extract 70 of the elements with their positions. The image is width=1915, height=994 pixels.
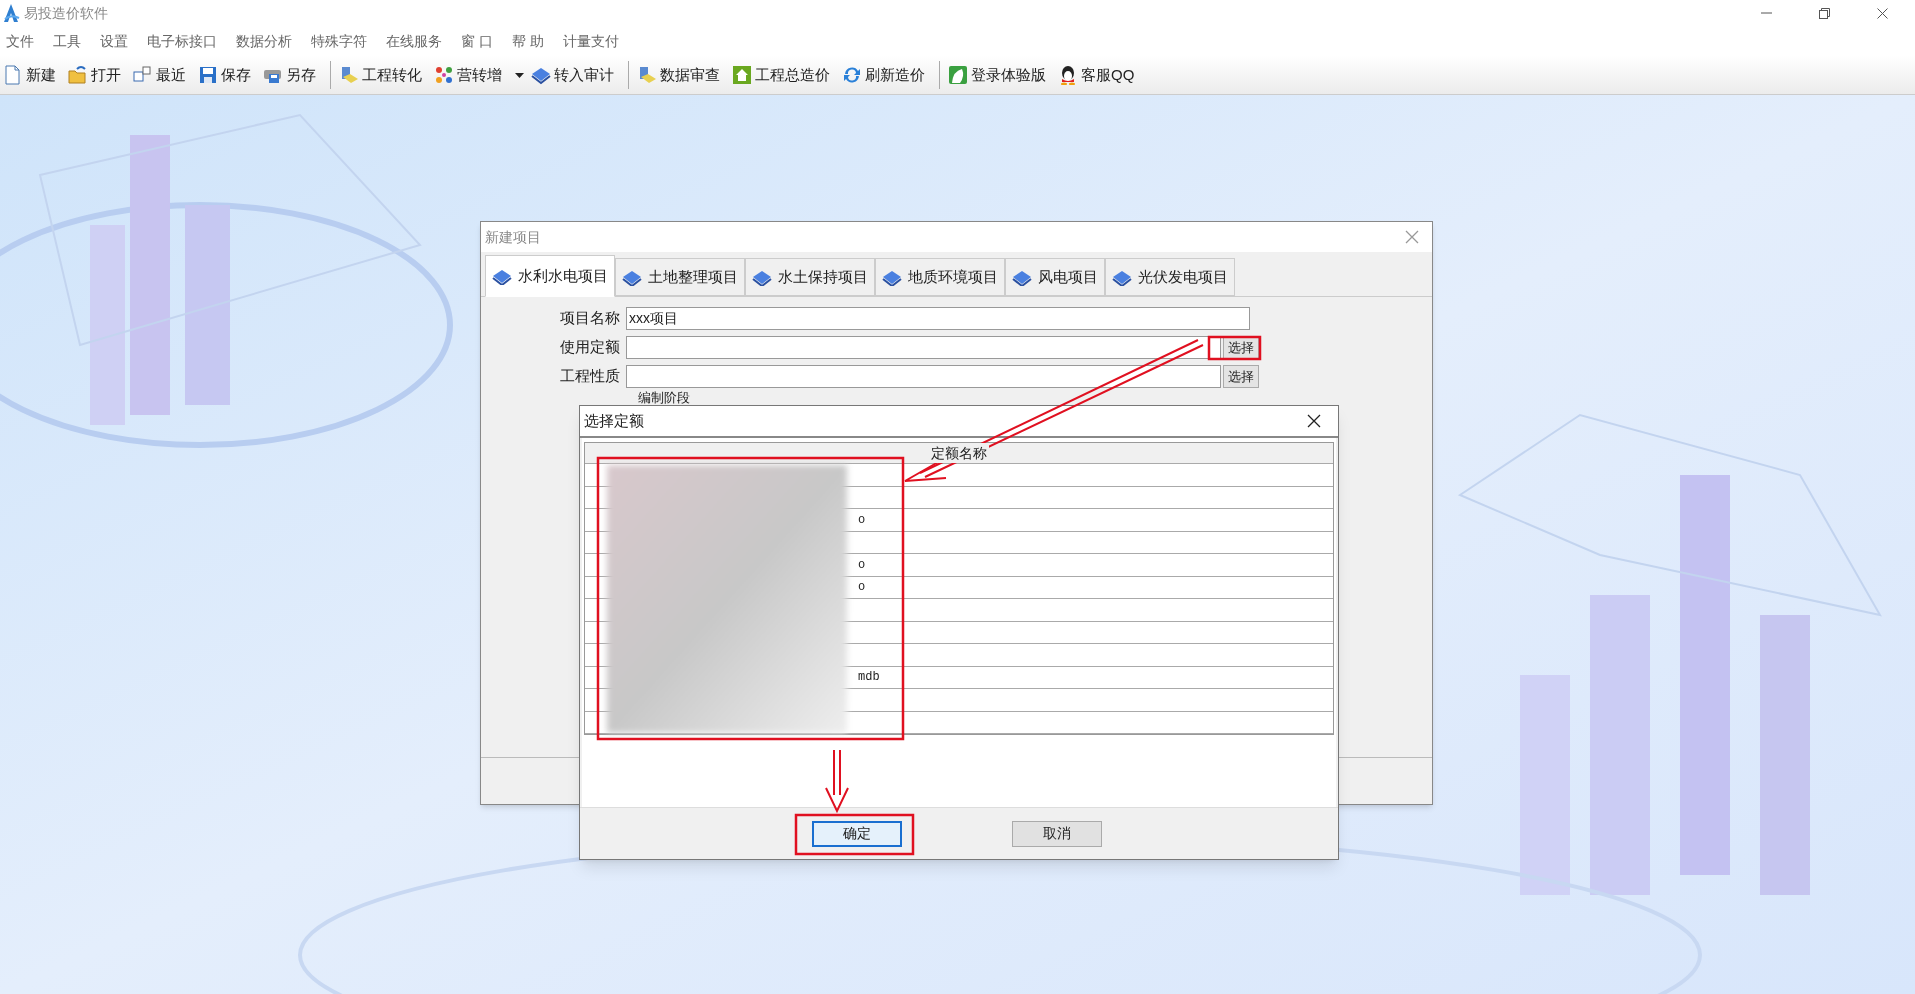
dialog-title: 新建项目 bbox=[485, 227, 541, 247]
toolbar-button[interactable]: 工程总造价 bbox=[729, 60, 833, 90]
field-label: 工程性质 bbox=[559, 366, 621, 387]
toolbar-button[interactable]: 保存 bbox=[195, 60, 254, 90]
dialog-button[interactable]: 取消 bbox=[1012, 820, 1102, 847]
toolbar-button[interactable]: 另存 bbox=[260, 60, 319, 90]
toolbar-button[interactable]: 最近 bbox=[130, 60, 189, 90]
book-icon bbox=[1112, 268, 1132, 286]
toolbar-button[interactable]: 登录体验版 bbox=[945, 60, 1049, 90]
tab[interactable]: 水利水电项目 bbox=[485, 255, 615, 297]
arrow bbox=[825, 749, 849, 814]
minimize-icon bbox=[1761, 12, 1772, 14]
dialog-title: 选择定额 bbox=[584, 410, 644, 431]
toolbar-button[interactable]: 数据审查 bbox=[634, 60, 723, 90]
menu-item[interactable]: 帮 助 bbox=[511, 30, 544, 52]
dialog-button[interactable]: 确定 bbox=[812, 820, 902, 847]
table-cell-text: o bbox=[858, 556, 866, 574]
toolbar-button[interactable]: 营转增 bbox=[431, 60, 505, 90]
input-field[interactable] bbox=[626, 365, 1221, 388]
menu-item[interactable]: 工具 bbox=[53, 30, 81, 52]
tab[interactable]: 地质环境项目 bbox=[875, 258, 1005, 296]
close-icon bbox=[1306, 413, 1322, 429]
book-icon bbox=[622, 268, 642, 286]
toolbar-button[interactable]: 转入审计 bbox=[528, 60, 617, 90]
menu-item[interactable]: 电子标接口 bbox=[147, 30, 217, 52]
document-icon bbox=[3, 65, 23, 85]
field-label: 使用定额 bbox=[559, 337, 621, 358]
menu-item[interactable]: 特殊字符 bbox=[311, 30, 367, 52]
table-cell-text: mdb bbox=[858, 669, 880, 687]
close-icon bbox=[1877, 7, 1888, 19]
column-header: 定额名称 bbox=[929, 443, 989, 463]
refresh-icon bbox=[842, 65, 862, 85]
table-cell-text: o bbox=[858, 511, 866, 529]
app-logo-icon bbox=[2, 3, 20, 23]
book-icon bbox=[752, 268, 772, 286]
table-cell-text: o bbox=[858, 579, 866, 597]
menu-item[interactable]: 数据分析 bbox=[236, 30, 292, 52]
group-label: 编制阶段 bbox=[638, 391, 690, 404]
toolbar-button[interactable]: 打开 bbox=[65, 60, 124, 90]
tab[interactable]: 光伏发电项目 bbox=[1105, 258, 1235, 296]
folder-icon bbox=[68, 65, 88, 85]
book-icon bbox=[1012, 268, 1032, 286]
book-icon bbox=[492, 267, 512, 285]
select-button[interactable]: 选择 bbox=[1223, 365, 1259, 388]
field-label: 项目名称 bbox=[559, 308, 621, 329]
tab[interactable]: 水土保持项目 bbox=[745, 258, 875, 296]
input-field[interactable] bbox=[626, 336, 1221, 359]
input-field[interactable]: xxx项目 bbox=[626, 307, 1250, 330]
tab[interactable]: 土地整理项目 bbox=[615, 258, 745, 296]
tab[interactable]: 风电项目 bbox=[1005, 258, 1105, 296]
toolbar-button[interactable]: 工程转化 bbox=[336, 60, 425, 90]
menu-item[interactable]: 在线服务 bbox=[386, 30, 442, 52]
toolbar-button[interactable]: 新建 bbox=[0, 60, 59, 90]
book-icon bbox=[531, 65, 551, 85]
save-icon bbox=[198, 65, 218, 85]
menu-item[interactable]: 计量支付 bbox=[562, 30, 619, 52]
menu-item[interactable]: 设置 bbox=[100, 30, 128, 52]
house-icon bbox=[732, 65, 752, 85]
menu-item[interactable]: 文件 bbox=[6, 30, 34, 52]
menu-item[interactable]: 窗 口 bbox=[461, 30, 493, 52]
window-title: 易投造价软件 bbox=[24, 3, 108, 23]
toolbar-button[interactable]: 客服QQ bbox=[1055, 60, 1138, 90]
toolbar-button[interactable]: 刷新造价 bbox=[839, 60, 928, 90]
penguin-icon bbox=[1058, 65, 1078, 85]
dots-icon bbox=[434, 65, 454, 85]
highlight-box bbox=[1207, 335, 1262, 361]
restore-icon bbox=[1819, 7, 1830, 19]
windows-icon bbox=[133, 65, 153, 85]
book-icon bbox=[882, 268, 902, 286]
close-icon bbox=[1404, 229, 1420, 245]
